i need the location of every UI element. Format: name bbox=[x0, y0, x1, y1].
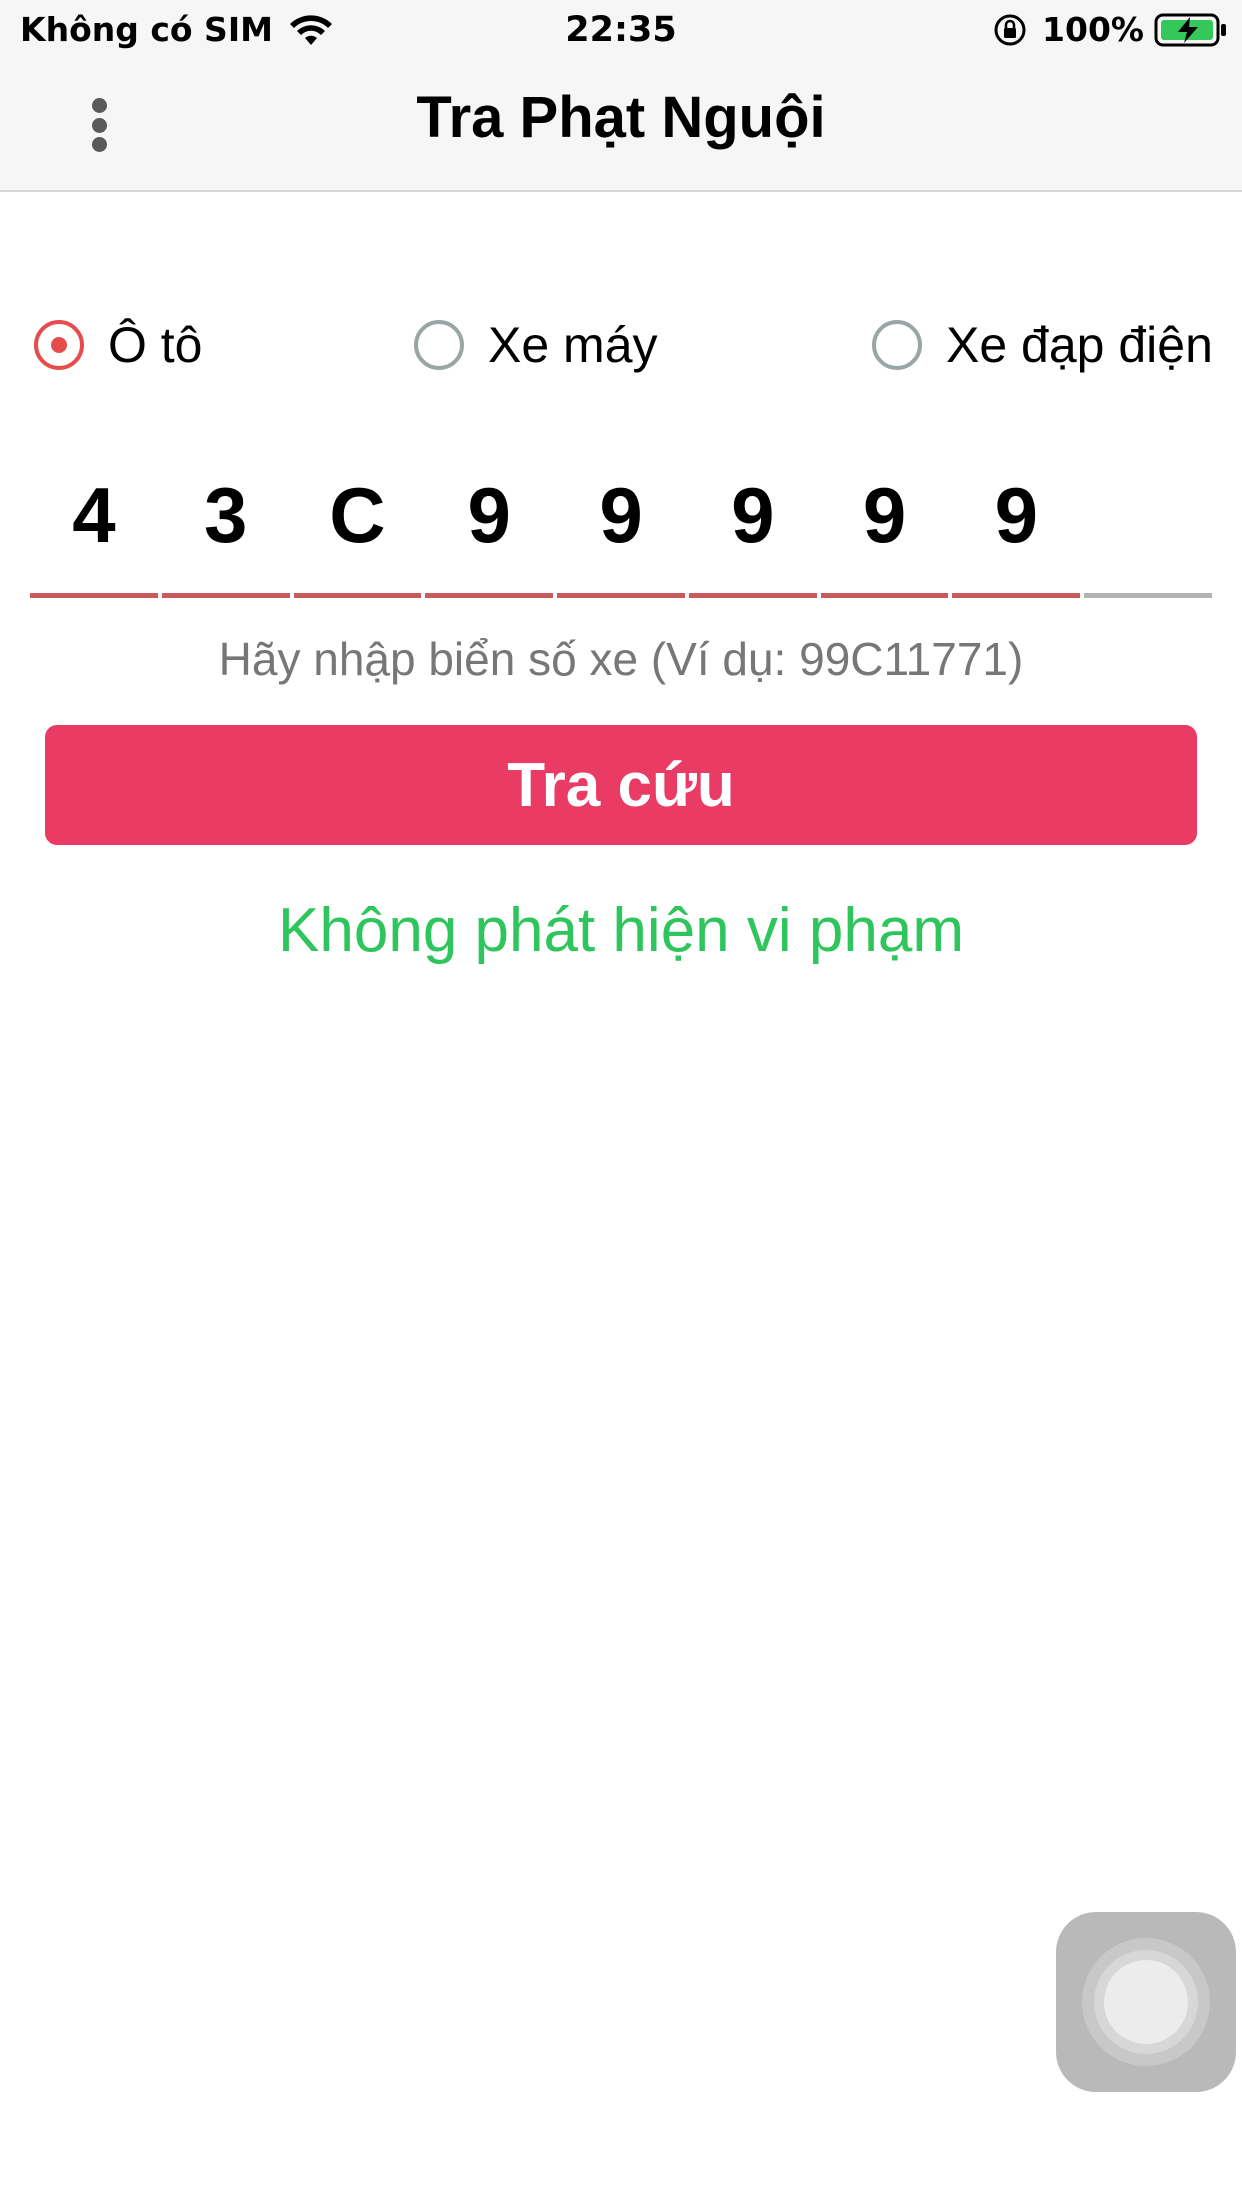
plate-cell[interactable]: 9 bbox=[688, 450, 817, 600]
vehicle-type-group: Ô tô Xe máy Xe đạp điện bbox=[0, 305, 1242, 385]
battery-charging-icon bbox=[1154, 13, 1226, 46]
plate-cell[interactable] bbox=[1084, 450, 1213, 600]
status-left: Không có SIM bbox=[20, 10, 335, 49]
radio-ebike[interactable]: Xe đạp điện bbox=[872, 305, 1213, 385]
rotation-lock-icon bbox=[994, 14, 1026, 45]
radio-selected-icon bbox=[34, 320, 84, 370]
status-right: 100% bbox=[992, 10, 1228, 49]
radio-motorbike[interactable]: Xe máy bbox=[414, 305, 658, 385]
plate-cell[interactable]: 9 bbox=[557, 450, 685, 600]
plate-input[interactable]: 4 3 C 9 9 9 9 9 bbox=[30, 450, 1213, 600]
plate-cell[interactable]: C bbox=[293, 450, 422, 600]
plate-cell[interactable]: 3 bbox=[161, 450, 290, 600]
plate-cell[interactable]: 9 bbox=[820, 450, 949, 600]
radio-car[interactable]: Ô tô bbox=[34, 305, 202, 385]
plate-char: 4 bbox=[72, 471, 116, 559]
plate-cell[interactable]: 9 bbox=[952, 450, 1081, 600]
plate-char: 9 bbox=[599, 471, 643, 559]
result-message: Không phát hiện vi phạm bbox=[278, 896, 964, 965]
battery-percent: 100% bbox=[1042, 10, 1144, 49]
assistive-touch-button[interactable] bbox=[1056, 1912, 1236, 2092]
search-button[interactable]: Tra cứu bbox=[45, 725, 1197, 845]
more-vertical-icon[interactable] bbox=[76, 92, 122, 158]
nav-bar: Tra Phạt Nguội bbox=[0, 62, 1242, 192]
radio-ebike-label: Xe đạp điện bbox=[946, 317, 1213, 373]
wifi-icon bbox=[289, 14, 332, 45]
radio-unselected-icon bbox=[414, 320, 464, 370]
plate-char: 9 bbox=[862, 471, 907, 559]
status-bar: Không có SIM 22:35 100% bbox=[0, 0, 1242, 62]
plate-char: 9 bbox=[994, 471, 1039, 559]
plate-hint: Hãy nhập biển số xe (Ví dụ: 99C11771) bbox=[218, 633, 1024, 685]
page-title: Tra Phạt Nguội bbox=[416, 85, 826, 150]
assistive-touch-icon bbox=[1104, 1960, 1188, 2044]
plate-char: 3 bbox=[203, 471, 248, 559]
radio-unselected-icon bbox=[872, 320, 922, 370]
radio-car-label: Ô tô bbox=[108, 317, 203, 373]
carrier-label: Không có SIM bbox=[20, 10, 273, 49]
plate-char: C bbox=[329, 471, 386, 559]
plate-char: 9 bbox=[731, 471, 775, 559]
plate-char: 9 bbox=[467, 471, 511, 559]
plate-cell[interactable]: 9 bbox=[425, 450, 554, 600]
radio-motorbike-label: Xe máy bbox=[488, 317, 658, 373]
plate-cell[interactable]: 4 bbox=[30, 450, 158, 600]
